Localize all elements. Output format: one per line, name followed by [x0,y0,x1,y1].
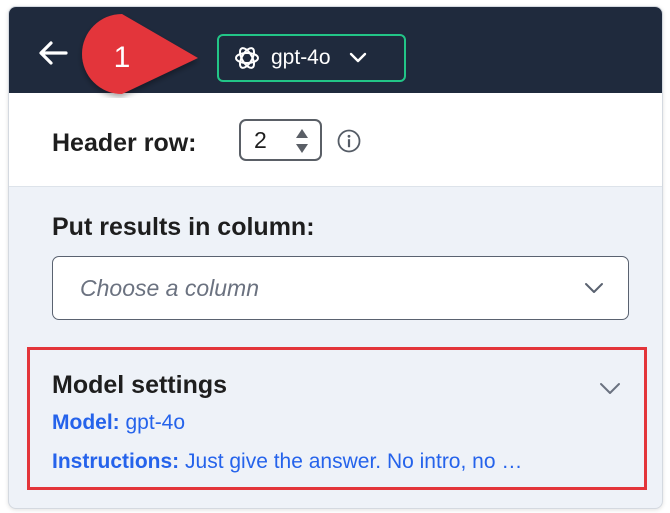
info-icon[interactable] [337,129,361,153]
results-column-select[interactable]: Choose a column [52,256,629,320]
arrow-left-icon [39,41,68,65]
header-row-stepper[interactable]: 2 [239,119,322,161]
back-button[interactable] [33,33,73,73]
results-column-label: Put results in column: [52,213,315,241]
header-row-value: 2 [254,126,267,153]
step-callout-marker: 1 [82,14,198,94]
openai-logo-icon [235,47,259,69]
model-selector-button[interactable]: gpt-4o [217,34,406,82]
chevron-down-icon [585,283,603,293]
header-row-label: Header row: [52,129,197,157]
header-row-section: Header row: 2 [9,93,662,187]
model-selector-label: gpt-4o [271,46,331,69]
select-placeholder: Choose a column [80,275,259,301]
stepper-arrows-icon[interactable] [294,127,310,155]
highlight-box [27,347,647,490]
step-callout-number: 1 [114,41,131,74]
chevron-down-icon [349,52,366,63]
